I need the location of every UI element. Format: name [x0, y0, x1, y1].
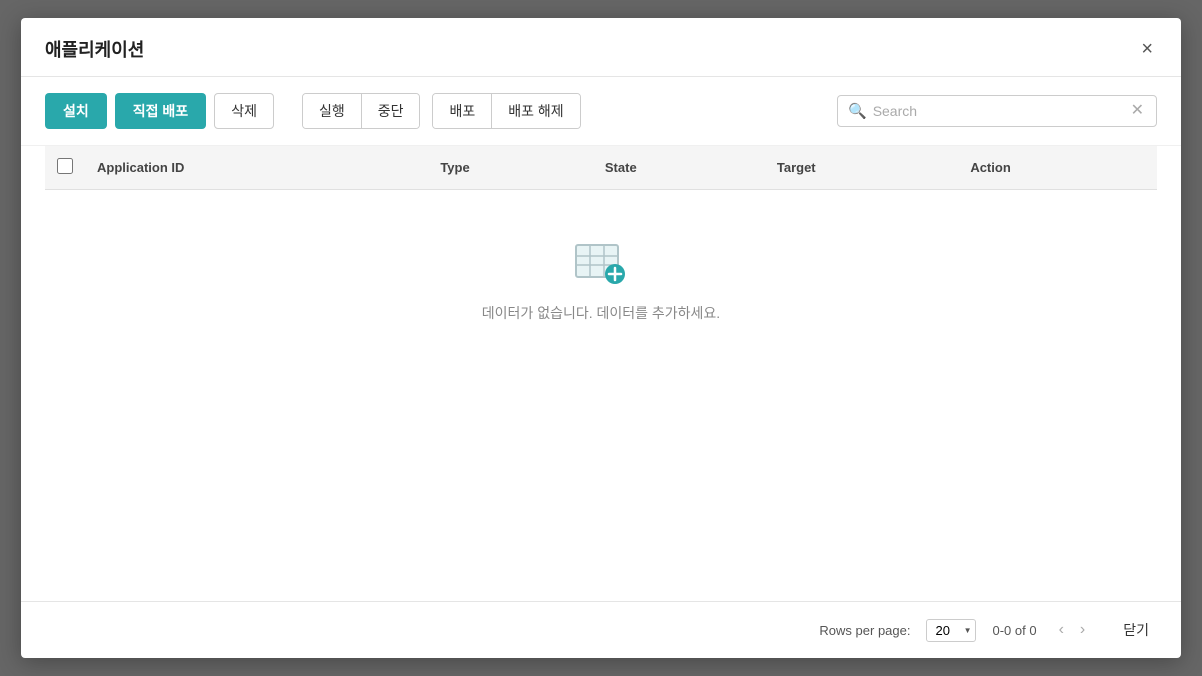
empty-text: 데이터가 없습니다. 데이터를 추가하세요.	[482, 303, 720, 323]
run-stop-group: 실행 중단	[302, 93, 421, 129]
stop-button[interactable]: 중단	[362, 94, 420, 128]
page-count: 0-0 of 0	[992, 623, 1036, 638]
table-body: 데이터가 없습니다. 데이터를 추가하세요.	[45, 190, 1157, 384]
install-button[interactable]: 설치	[45, 93, 107, 129]
direct-deploy-button[interactable]: 직접 배포	[115, 93, 206, 129]
select-all-col	[45, 146, 85, 190]
col-state: State	[593, 146, 765, 190]
delete-button[interactable]: 삭제	[214, 93, 274, 129]
col-action: Action	[958, 146, 1157, 190]
next-page-button[interactable]: ›	[1074, 617, 1091, 643]
table-head: Application ID Type State Target Action	[45, 146, 1157, 190]
prev-page-button[interactable]: ‹	[1053, 617, 1070, 643]
footer-close-button[interactable]: 닫기	[1115, 616, 1157, 644]
deploy-undeploy-group: 배포 배포 해제	[432, 93, 580, 129]
dialog-title: 애플리케이션	[45, 36, 144, 62]
search-box: 🔍 ✕	[837, 95, 1157, 127]
pagination-info: Rows per page: 20 10 50 100 0-0 of 0 ‹ ›	[819, 617, 1091, 643]
close-button[interactable]: ×	[1137, 37, 1157, 61]
undeploy-button[interactable]: 배포 해제	[492, 94, 579, 128]
rows-per-page-label: Rows per page:	[819, 623, 910, 638]
deploy-button[interactable]: 배포	[433, 94, 492, 128]
applications-table: Application ID Type State Target Action	[45, 146, 1157, 383]
col-application-id: Application ID	[85, 146, 428, 190]
search-icon: 🔍	[848, 102, 867, 120]
rows-per-page-select[interactable]: 20 10 50 100	[926, 619, 976, 642]
toolbar: 설치 직접 배포 삭제 실행 중단 배포 배포 해제 🔍 ✕	[21, 77, 1181, 146]
application-dialog: 애플리케이션 × 설치 직접 배포 삭제 실행 중단 배포 배포 해제 🔍 ✕	[21, 18, 1181, 658]
search-input[interactable]	[873, 103, 1129, 119]
select-all-checkbox[interactable]	[57, 158, 73, 174]
empty-state: 데이터가 없습니다. 데이터를 추가하세요.	[45, 190, 1157, 383]
rows-per-page-selector: 20 10 50 100	[926, 619, 976, 642]
dialog-header: 애플리케이션 ×	[21, 18, 1181, 77]
empty-icon	[571, 240, 631, 291]
table-container: Application ID Type State Target Action	[21, 146, 1181, 601]
empty-row: 데이터가 없습니다. 데이터를 추가하세요.	[45, 190, 1157, 384]
search-clear-button[interactable]: ✕	[1129, 103, 1146, 119]
run-button[interactable]: 실행	[303, 94, 362, 128]
page-nav: ‹ ›	[1053, 617, 1092, 643]
table-header-row: Application ID Type State Target Action	[45, 146, 1157, 190]
dialog-footer: Rows per page: 20 10 50 100 0-0 of 0 ‹ ›…	[21, 601, 1181, 658]
col-target: Target	[765, 146, 958, 190]
col-type: Type	[428, 146, 593, 190]
